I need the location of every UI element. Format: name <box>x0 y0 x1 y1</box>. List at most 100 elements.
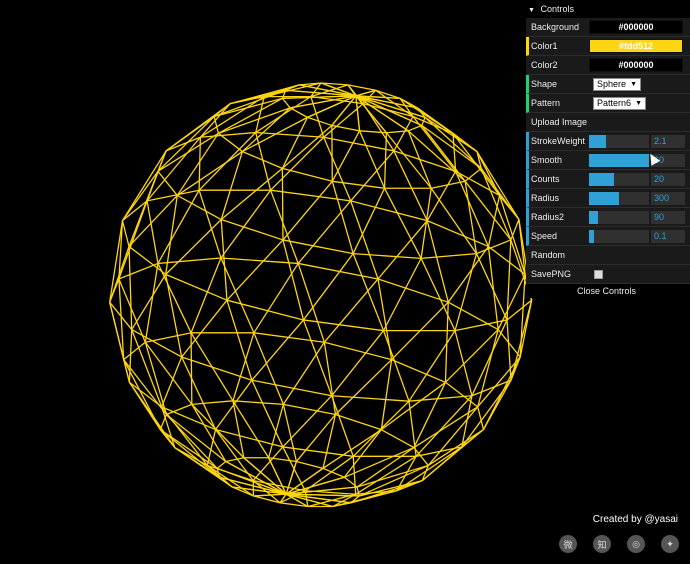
upload-image-button[interactable]: Upload Image <box>526 113 690 132</box>
wireframe-edge <box>281 97 291 109</box>
wireframe-edge <box>391 358 446 383</box>
speed-label: Speed <box>531 231 558 241</box>
savepng-checkbox[interactable] <box>594 270 603 279</box>
twitter-icon-circle: ✦ <box>661 535 679 553</box>
wireframe-edge <box>157 132 219 172</box>
wireframe-edge <box>304 455 354 492</box>
shape-label: Shape <box>531 79 558 89</box>
wireframe-edge <box>220 257 255 334</box>
wireframe-edge <box>356 447 415 488</box>
wireframe-edge <box>252 446 284 482</box>
counts-row: Counts 20 <box>526 170 690 189</box>
wireframe-edge <box>296 460 324 469</box>
instagram-icon[interactable]: ◎ <box>627 535 645 553</box>
wireframe-edge <box>393 150 428 221</box>
wireframe-edge <box>121 220 130 247</box>
wireframe-edge <box>270 136 325 191</box>
wireframe-edge <box>220 257 299 265</box>
wireframe-edge <box>128 246 133 330</box>
random-button[interactable]: Random <box>526 246 690 265</box>
wireframe-edge <box>220 189 272 259</box>
wireframe-edge <box>303 319 384 332</box>
slider-fill <box>589 211 598 224</box>
wireframe-edge <box>176 132 219 196</box>
background-row: Background #000000 <box>526 18 690 37</box>
wireframe-edge <box>191 400 233 406</box>
wireframe-edge <box>302 319 333 396</box>
strokeweight-value[interactable]: 2.1 <box>651 135 685 148</box>
wireframe-edge <box>380 429 415 449</box>
wireframe-edge <box>251 379 332 397</box>
wireframe-edge <box>181 356 217 430</box>
counts-slider[interactable] <box>589 173 649 186</box>
wireframe-edge <box>251 319 304 381</box>
wireframe-edge <box>226 299 304 321</box>
shape-select[interactable]: Sphere ▼ <box>593 78 642 91</box>
pattern-select[interactable]: Pattern6 ▼ <box>593 97 647 110</box>
close-controls-button[interactable]: Close Controls <box>526 284 690 298</box>
smooth-row: Smooth 60 <box>526 151 690 170</box>
wireframe-edge <box>304 490 309 507</box>
wireframe-edge <box>232 400 284 406</box>
wireframe-edge <box>146 200 159 264</box>
wireframe-edge <box>426 220 449 303</box>
controls-title[interactable]: ▼ Controls <box>526 0 690 18</box>
weibo-icon[interactable]: 微 <box>559 535 577 553</box>
wireframe-edge <box>487 246 499 330</box>
background-color-input[interactable]: #000000 <box>589 20 683 34</box>
wireframe-edge <box>407 130 432 189</box>
credit-text: Created by @yasai <box>592 514 678 525</box>
pattern-select-value: Pattern6 <box>597 98 632 108</box>
wireframe-edge <box>221 218 284 241</box>
wireframe-edge <box>323 136 395 152</box>
wireframe-edge <box>218 107 291 134</box>
speed-row: Speed 0.1 <box>526 227 690 246</box>
wireframe-edge <box>282 167 333 182</box>
wireframe-edge <box>408 330 456 402</box>
wireframe-edge <box>216 460 227 469</box>
speed-value[interactable]: 0.1 <box>651 230 685 243</box>
radius-slider[interactable] <box>589 192 649 205</box>
counts-value[interactable]: 20 <box>651 173 685 186</box>
savepng-label: SavePNG <box>531 269 572 279</box>
wireframe-edge <box>226 299 253 381</box>
zhihu-icon[interactable]: 知 <box>593 535 611 553</box>
wireframe-edge <box>181 356 253 381</box>
wireframe-edge <box>323 137 352 202</box>
wireframe-edge <box>510 219 520 241</box>
slider-fill <box>589 230 594 243</box>
random-label: Random <box>531 250 566 260</box>
color2-input[interactable]: #000000 <box>589 58 683 72</box>
wireframe-edge <box>331 395 410 402</box>
wireframe-edge <box>166 403 193 416</box>
radius-value[interactable]: 300 <box>651 192 685 205</box>
background-label: Background <box>531 22 580 32</box>
wireframe-edge <box>128 381 161 431</box>
smooth-slider[interactable] <box>589 154 649 167</box>
wireframe-edge <box>430 187 478 254</box>
wireframe-edge <box>218 132 243 153</box>
color2-row: Color2 #000000 <box>526 56 690 75</box>
radius2-slider[interactable] <box>589 211 649 224</box>
wireframe-edge <box>198 190 222 259</box>
wireframe-edge <box>377 220 428 280</box>
wireframe-edge <box>281 117 309 169</box>
wireframe-edge <box>157 116 215 172</box>
wireframe-edge <box>324 341 392 361</box>
radius-row: Radius 300 <box>526 189 690 208</box>
wireframe-edge <box>302 253 354 321</box>
wireframe-edge <box>206 464 254 497</box>
strokeweight-slider[interactable] <box>589 135 649 148</box>
wireframe-edge <box>159 414 167 430</box>
wireframe-edge <box>454 319 508 332</box>
speed-slider[interactable] <box>589 230 649 243</box>
wireframe-edge <box>331 181 354 254</box>
twitter-icon[interactable]: ✦ <box>661 535 679 553</box>
radius2-row: Radius2 90 <box>526 208 690 227</box>
radius2-value[interactable]: 90 <box>651 211 685 224</box>
color1-input[interactable]: #fdd512 <box>589 39 683 53</box>
wireframe-edge <box>297 200 352 264</box>
wireframe-edge <box>165 219 222 275</box>
counts-label: Counts <box>531 174 560 184</box>
wireframe-edge <box>131 329 182 358</box>
